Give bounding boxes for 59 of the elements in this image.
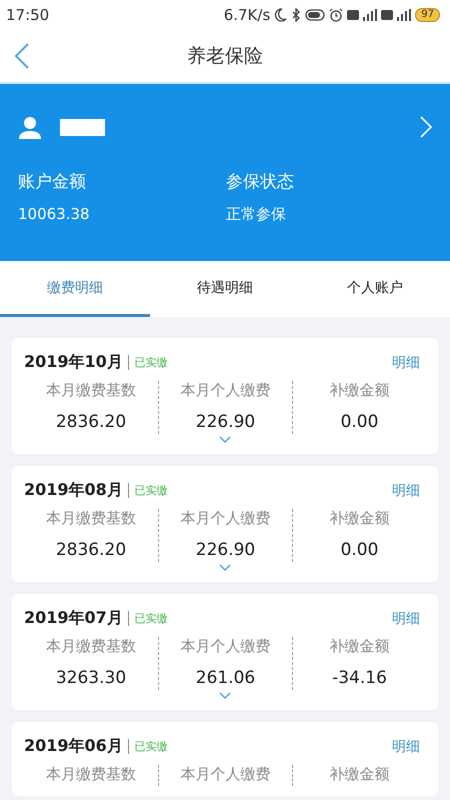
- field-label: 本月缴费基数: [46, 509, 136, 528]
- detail-link[interactable]: 明细: [392, 738, 426, 756]
- field-value: 2836.20: [56, 412, 126, 432]
- battery-level: 97: [415, 8, 440, 22]
- field-value: -34.16: [332, 668, 387, 688]
- field-label: 补缴金额: [330, 509, 390, 528]
- status-time: 17:50: [6, 6, 50, 24]
- alarm-icon: [329, 8, 344, 22]
- field-value: 0.00: [340, 412, 378, 432]
- field-value: 0.00: [340, 540, 378, 560]
- tab[interactable]: 个人账户: [300, 261, 450, 317]
- field-label: 本月个人缴费: [180, 381, 270, 400]
- bluetooth-icon: [291, 8, 302, 22]
- record-month: 2019年06月: [24, 736, 123, 757]
- signal-icon: [363, 9, 378, 21]
- expand-chevron-icon[interactable]: [219, 564, 231, 572]
- payment-status: 已实缴: [134, 611, 168, 626]
- field-value: 261.06: [196, 668, 256, 688]
- user-icon: [18, 115, 42, 139]
- toggle-icon: [305, 9, 326, 21]
- balance-label: 账户金额: [18, 171, 87, 193]
- back-icon[interactable]: [14, 43, 30, 69]
- hd-icon: [381, 10, 394, 20]
- detail-link[interactable]: 明细: [392, 610, 426, 628]
- status-value: 正常参保: [226, 205, 287, 224]
- field-label: 本月缴费基数: [46, 381, 136, 400]
- tab[interactable]: 缴费明细: [0, 261, 150, 317]
- field-label: 本月个人缴费: [180, 637, 270, 656]
- detail-link[interactable]: 明细: [392, 482, 426, 500]
- record-month: 2019年08月: [24, 480, 123, 501]
- network-speed: 6.7K/s: [224, 6, 270, 24]
- signal-icon: [397, 9, 412, 21]
- field-value: 2836.20: [56, 540, 126, 560]
- expand-chevron-icon[interactable]: [219, 692, 231, 700]
- hd-icon: [347, 10, 360, 20]
- field-value: 226.90: [196, 540, 256, 560]
- detail-link[interactable]: 明细: [392, 354, 426, 372]
- field-label: 本月缴费基数: [46, 637, 136, 656]
- chevron-right-icon[interactable]: [420, 116, 432, 138]
- field-label: 补缴金额: [330, 381, 390, 400]
- record-month: 2019年07月: [24, 608, 123, 629]
- record-month: 2019年10月: [24, 352, 123, 373]
- field-label: 补缴金额: [330, 637, 390, 656]
- name-mask: [60, 118, 105, 136]
- moon-icon: [274, 8, 288, 22]
- payment-status: 已实缴: [134, 355, 168, 370]
- payment-status: 已实缴: [134, 483, 168, 498]
- field-label: 本月缴费基数: [46, 765, 136, 784]
- tab[interactable]: 待遇明细: [150, 261, 300, 317]
- status-label: 参保状态: [226, 171, 295, 193]
- field-label: 补缴金额: [330, 765, 390, 784]
- field-label: 本月个人缴费: [180, 765, 270, 784]
- balance-value: 10063.38: [18, 205, 91, 224]
- payment-status: 已实缴: [134, 739, 168, 754]
- field-value: 3263.30: [56, 668, 126, 688]
- expand-chevron-icon[interactable]: [219, 436, 231, 444]
- page-title: 养老保险: [187, 44, 263, 69]
- field-label: 本月个人缴费: [180, 509, 270, 528]
- field-value: 226.90: [196, 412, 256, 432]
